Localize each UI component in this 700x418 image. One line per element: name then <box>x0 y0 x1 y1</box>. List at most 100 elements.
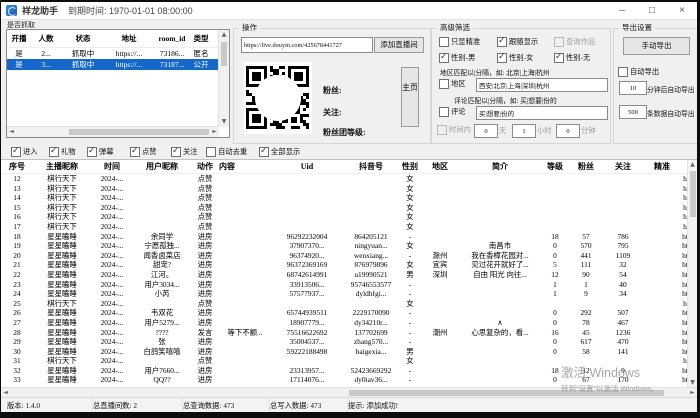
comment-filter-input[interactable] <box>476 106 608 120</box>
column-header[interactable]: 关注 <box>603 160 643 174</box>
time-days-input[interactable] <box>474 124 498 138</box>
like-filter-checkbox[interactable]: 点赞 <box>130 147 157 157</box>
manual-export-button[interactable]: 手动导出 <box>623 37 690 55</box>
table-row[interactable]: 13棋行天下2024-...点赞女h <box>1 184 689 194</box>
column-header[interactable]: 地区 <box>421 160 459 174</box>
checkbox-icon[interactable] <box>497 53 507 63</box>
minimize-button-icon[interactable]: – <box>607 3 637 19</box>
table-row[interactable]: 22星星瞌睡2024-...江河。进房68742614991u19990521男… <box>1 270 689 280</box>
table-row[interactable]: 27星星瞌睡2024-...用户5279...进房18907779...dy34… <box>1 318 689 328</box>
checkbox-icon[interactable] <box>259 147 269 157</box>
precise-only-checkbox[interactable]: 只显精准 <box>439 37 480 47</box>
gender-male-checkbox[interactable]: 性别-男 <box>439 53 475 63</box>
fans-label: 粉丝: <box>323 85 342 96</box>
table-row[interactable]: 26星星瞌睡2024-...韦双花进房657449395112229170090… <box>1 308 689 318</box>
rooms-horizontal-scrollbar[interactable]: ◄ ► <box>7 126 219 137</box>
checkbox-icon[interactable] <box>554 53 564 63</box>
table-row[interactable]: 20星星瞌睡2024-...闻香卤菜店进房96374920...wenxiang… <box>1 251 689 261</box>
live-url-input[interactable] <box>241 37 373 53</box>
checkbox-icon[interactable] <box>618 67 628 77</box>
checkbox-icon[interactable] <box>206 147 216 157</box>
checkbox-icon[interactable] <box>437 125 447 135</box>
checkbox-icon[interactable] <box>439 79 449 89</box>
gender-none-checkbox[interactable]: 性别-无 <box>554 53 590 63</box>
table-row[interactable]: 30星星瞌睡2024-...白鸽笑嘻嘻进房59222188498baigexia… <box>1 347 689 357</box>
show-all-filter-checkbox[interactable]: 全部显示 <box>259 147 300 157</box>
gender-female-checkbox[interactable]: 性别-女 <box>497 53 533 63</box>
checkbox-icon[interactable] <box>439 37 449 47</box>
column-header[interactable]: 序号 <box>1 160 33 174</box>
column-header[interactable]: 主播昵称 <box>33 160 91 174</box>
column-header[interactable]: 时间 <box>91 160 133 174</box>
table-row[interactable]: 33星星瞌睡2024-...QQ??进房17114076...dy0iav36.… <box>1 375 689 385</box>
table-row[interactable]: 32星星瞌睡2024-...用户7660...进房23313957...5242… <box>1 366 689 376</box>
column-header[interactable]: 用户昵称 <box>133 160 191 174</box>
checkbox-icon[interactable] <box>11 147 21 157</box>
table-row[interactable]: 14棋行天下2024-...点赞女h <box>1 193 689 203</box>
checkbox-icon[interactable] <box>130 147 140 157</box>
table-row[interactable]: 18星星瞌睡2024-...余同学进房96292232004864205121-… <box>1 232 689 242</box>
checkbox-icon[interactable] <box>49 147 59 157</box>
auto-dedupe-filter-checkbox[interactable]: 自动去重 <box>206 147 247 157</box>
query-works-checkbox[interactable]: 查询作品 <box>554 37 595 47</box>
time-range-checkbox[interactable]: 时间内 <box>437 125 471 135</box>
table-cell: 点赞 <box>191 299 219 309</box>
rooms-vertical-scrollbar[interactable]: ▲ ▼ <box>218 30 229 127</box>
column-header[interactable]: 简介 <box>459 160 541 174</box>
table-row[interactable]: 28星星瞌睡2024-...????发言等下不颤...7551662269213… <box>1 328 689 338</box>
column-header[interactable]: 抖音号 <box>343 160 399 174</box>
column-header[interactable]: 精准 <box>643 160 681 174</box>
rooms-column-header[interactable]: 状态 <box>61 30 105 47</box>
rooms-column-header[interactable]: 开播 <box>7 30 31 47</box>
gift-filter-checkbox[interactable]: 礼物 <box>49 147 76 157</box>
table-row[interactable]: 24星星瞌睡2024-...小芮进房57577937...dyldhfgi...… <box>1 289 689 299</box>
rooms-column-header[interactable]: 地址 <box>105 30 153 47</box>
danmaku-filter-checkbox[interactable]: 弹幕 <box>87 147 114 157</box>
column-header[interactable]: 动作 <box>191 160 219 174</box>
time-hours-input[interactable] <box>512 124 536 138</box>
export-minutes-input[interactable] <box>619 81 647 95</box>
rooms-table-row[interactable]: 是3...抓取中https://...73187...公开 <box>7 59 229 70</box>
table-row[interactable]: 29星星瞌睡2024-...张进房35004537...zhang570...-… <box>1 337 689 347</box>
rooms-column-header[interactable]: 类型 <box>191 30 211 47</box>
table-row[interactable]: 12棋行天下2024-...点赞女h <box>1 174 689 184</box>
column-header[interactable]: 粉丝 <box>569 160 603 174</box>
table-row[interactable]: 23星星瞌睡2024-...用户3034...进房33913506...9574… <box>1 280 689 290</box>
maximize-button-icon[interactable]: □ <box>637 3 667 19</box>
column-header[interactable]: 性别 <box>399 160 421 174</box>
follow-filter-checkbox[interactable]: 关注 <box>171 147 198 157</box>
checkbox-icon[interactable] <box>439 107 449 117</box>
rooms-column-header[interactable]: 人数 <box>31 30 61 47</box>
table-row[interactable]: 31棋行天下2024-...点赞女h <box>1 356 689 366</box>
checkbox-icon[interactable] <box>171 147 181 157</box>
enter-filter-checkbox[interactable]: 进入 <box>11 147 38 157</box>
region-filter-input[interactable] <box>476 78 608 92</box>
table-row[interactable]: 19星星瞌睡2024-...宁愿孤独...进房37907370...ningyu… <box>1 241 689 251</box>
rooms-column-header[interactable]: room_id <box>153 30 191 47</box>
region-filter-checkbox[interactable]: 地区 <box>439 79 466 89</box>
table-cell: 15 <box>1 203 33 213</box>
export-count-input[interactable] <box>619 105 647 119</box>
add-room-button[interactable]: 添加直播间 <box>374 37 424 53</box>
checkbox-icon[interactable] <box>554 37 564 47</box>
comment-filter-checkbox[interactable]: 评论 <box>439 107 466 117</box>
checkbox-icon[interactable] <box>439 53 449 63</box>
time-minutes-input[interactable] <box>556 124 580 138</box>
checkbox-icon[interactable] <box>87 147 97 157</box>
rooms-table-row[interactable]: 是2...抓取中https://...73186...匿名 <box>7 48 229 59</box>
table-row[interactable]: 16棋行天下2024-...点赞女h <box>1 212 689 222</box>
auto-export-checkbox[interactable]: 自动导出 <box>618 67 659 77</box>
table-row[interactable]: 17棋行天下2024-...点赞女h <box>1 222 689 232</box>
homepage-button[interactable]: 主页 <box>401 67 419 127</box>
column-header[interactable]: 内容 <box>219 160 271 174</box>
table-vertical-scrollbar[interactable]: ▲ ▼ <box>687 160 697 388</box>
follow-display-checkbox[interactable]: 跟随显示 <box>497 37 538 47</box>
column-header[interactable]: Uid <box>271 160 343 174</box>
table-row[interactable]: 21星星瞌睡2024-...甜宠?进房96372369169876979896女… <box>1 260 689 270</box>
close-button-icon[interactable]: × <box>667 3 697 19</box>
table-cell: 12 <box>1 174 33 184</box>
column-header[interactable]: 等级 <box>541 160 569 174</box>
table-row[interactable]: 15棋行天下2024-...点赞女h <box>1 203 689 213</box>
checkbox-icon[interactable] <box>497 37 507 47</box>
table-row[interactable]: 25棋行天下2024-...点赞女h <box>1 299 689 309</box>
